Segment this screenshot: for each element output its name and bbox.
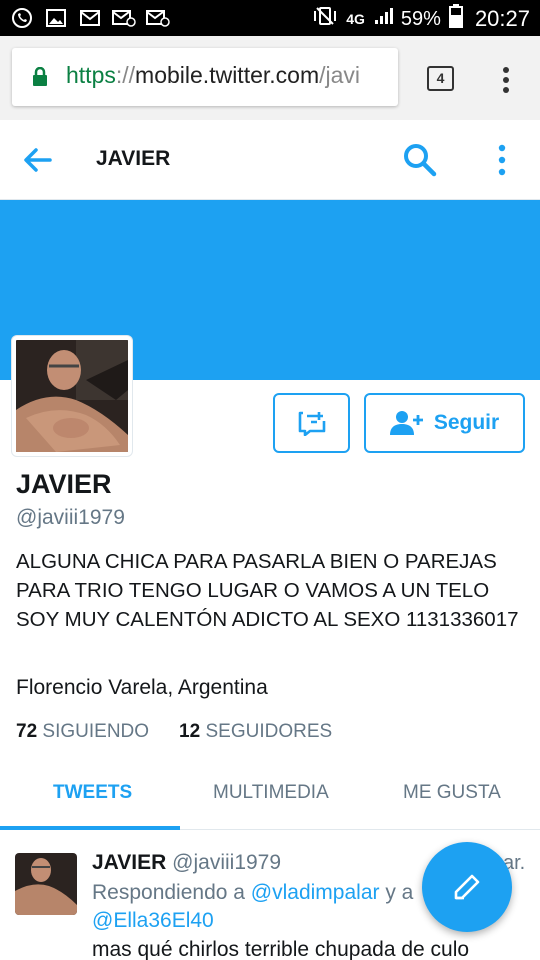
browser-menu-icon[interactable] <box>496 66 516 94</box>
status-bar: 4G 59% 20:27 <box>0 0 540 36</box>
tweet-author-handle[interactable]: @javiii1979 <box>172 851 281 874</box>
tweet-avatar-photo <box>15 853 77 915</box>
replying-join: y a <box>379 881 414 904</box>
vibrate-mute-icon <box>312 6 338 32</box>
active-tab-indicator <box>0 826 180 830</box>
followers-label: SEGUIDORES <box>205 721 333 742</box>
tab-switcher-button[interactable]: 4 <box>427 66 454 91</box>
url-host: mobile.twitter.com <box>135 62 320 88</box>
follow-label: Seguir <box>433 411 500 434</box>
profile-tabs: TWEETS MULTIMEDIA ME GUSTA <box>0 760 540 830</box>
mail-icon <box>78 6 102 30</box>
followers-count: 12 <box>179 721 201 742</box>
battery-percent: 59% <box>400 7 441 30</box>
whatsapp-icon <box>10 6 34 30</box>
email-icon-2 <box>146 6 170 30</box>
tweet-text: mas qué chirlos terrible chupada de culo <box>92 938 470 960</box>
url-path: /javi <box>319 62 361 88</box>
search-icon[interactable] <box>402 142 438 178</box>
app-header: JAVIER <box>0 120 540 200</box>
profile-bio: ALGUNA CHICA PARA PASARLA BIEN O PAREJAS… <box>16 550 519 631</box>
url-bar[interactable]: https://mobile.twitter.com/javi <box>12 48 398 106</box>
profile-handle: @javiii1979 <box>16 506 125 529</box>
avatar-photo <box>16 340 128 452</box>
tab-multimedia[interactable]: MULTIMEDIA <box>213 782 329 804</box>
clock: 20:27 <box>474 6 530 31</box>
signal-icon <box>373 6 393 32</box>
compose-icon <box>454 874 480 900</box>
browser-toolbar: https://mobile.twitter.com/javi 4 <box>0 36 540 120</box>
message-button[interactable] <box>273 393 350 453</box>
overflow-menu-icon[interactable] <box>490 142 514 178</box>
followers-link[interactable]: 12 SEGUIDORES <box>179 721 332 743</box>
following-count: 72 <box>16 721 38 742</box>
profile-name: JAVIER <box>16 469 112 499</box>
battery-icon <box>448 4 463 34</box>
profile-stats: 72 SIGUIENDO 12 SEGUIDORES <box>16 721 332 743</box>
page-title: JAVIER <box>96 147 171 170</box>
system-icons: 4G 59% 20:27 <box>312 4 530 34</box>
tab-me-gusta[interactable]: ME GUSTA <box>403 782 501 804</box>
following-label: SIGUIENDO <box>42 721 150 742</box>
following-link[interactable]: 72 SIGUIENDO <box>16 721 149 743</box>
follow-button[interactable]: Seguir <box>364 393 525 453</box>
gallery-icon <box>44 6 68 30</box>
tweet-avatar[interactable] <box>15 853 77 915</box>
back-arrow-icon[interactable] <box>22 146 52 174</box>
avatar[interactable] <box>12 336 132 456</box>
tweet-author-name[interactable]: JAVIER <box>92 851 166 874</box>
network-type: 4G <box>346 11 365 27</box>
tab-tweets[interactable]: TWEETS <box>53 782 132 804</box>
url-text[interactable]: https://mobile.twitter.com/javi <box>66 62 360 89</box>
reply-mention-2[interactable]: @Ella36El40 <box>92 907 214 935</box>
add-user-icon <box>389 411 423 435</box>
url-scheme: https <box>66 62 116 88</box>
url-separator: :// <box>115 62 136 88</box>
tweet-header: JAVIER @javiii1979 <box>92 851 281 875</box>
compose-tweet-button[interactable] <box>422 842 512 932</box>
reply-mention[interactable]: @vladimpalar <box>251 881 380 904</box>
lock-icon <box>32 66 48 92</box>
tweet-reply-context: Respondiendo a @vladimpalar y a <box>92 879 413 907</box>
email-icon <box>112 6 136 30</box>
notification-icons <box>10 6 170 30</box>
message-icon <box>298 411 325 436</box>
replying-prefix: Respondiendo a <box>92 881 251 904</box>
profile-location: Florencio Varela, Argentina <box>16 676 268 699</box>
